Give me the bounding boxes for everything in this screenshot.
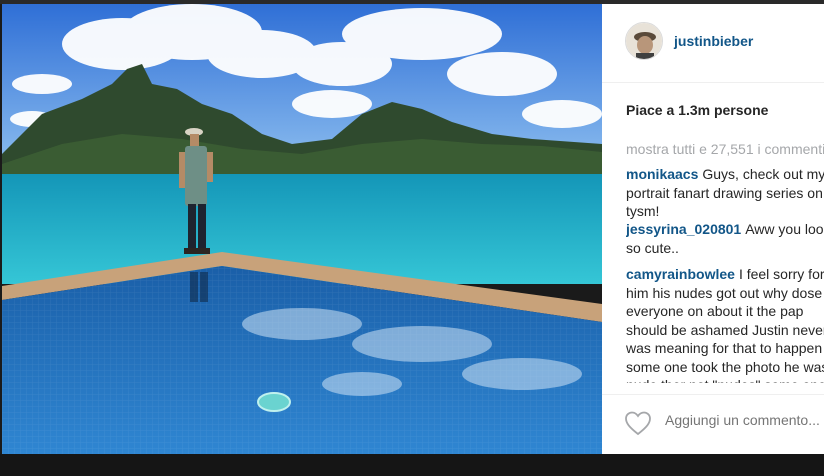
heart-outline-icon[interactable] — [624, 410, 652, 436]
post-photo[interactable] — [2, 4, 602, 454]
bottom-strip — [0, 454, 824, 476]
avatar-image — [626, 23, 662, 59]
comment-item: jessyrina_020801 Aww you look so cute.. — [626, 220, 824, 265]
comment-item: camyrainbowlee I feel sorry for him his n… — [626, 265, 824, 383]
view-all-comments-link[interactable]: mostra tutti e 27,551 i commenti — [626, 141, 824, 157]
add-comment-input[interactable] — [665, 412, 824, 428]
comment-list: monikaacs Guys, check out my portrait fan… — [626, 165, 824, 383]
comment-username[interactable]: monikaacs — [626, 166, 698, 182]
post-header: justinbieber — [602, 4, 824, 83]
likes-count[interactable]: Piace a 1.3m persone — [626, 102, 768, 118]
post-side-panel: justinbieber Piace a 1.3m persone mostra… — [602, 4, 824, 454]
photo-scene — [2, 4, 602, 454]
comment-footer — [602, 394, 824, 454]
avatar[interactable] — [625, 22, 663, 60]
comment-item: monikaacs Guys, check out my portrait fan… — [626, 165, 824, 220]
comment-text: I feel sorry for him his nudes got out w… — [626, 266, 824, 383]
comment-username[interactable]: camyrainbowlee — [626, 266, 735, 282]
post-username[interactable]: justinbieber — [674, 33, 753, 49]
comment-username[interactable]: jessyrina_020801 — [626, 221, 741, 237]
